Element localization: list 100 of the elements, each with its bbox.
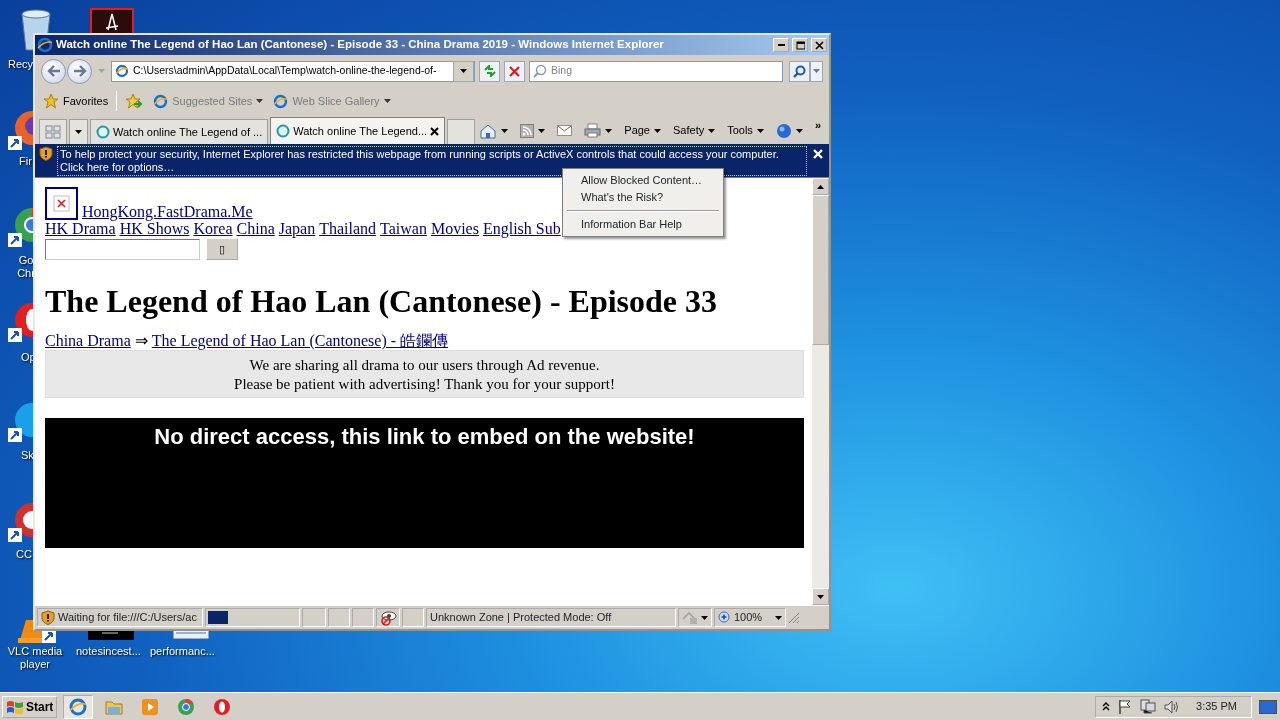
globe-icon [276,124,291,138]
nav-link[interactable]: Thailand [319,220,377,238]
shield-icon [39,146,53,161]
command-menu[interactable]: Safety [671,122,718,139]
nav-link[interactable]: HK Shows [119,220,190,238]
security-button[interactable] [678,608,712,627]
command-menu[interactable]: Page [622,122,663,139]
icon-label[interactable]: Sk [21,449,34,462]
mail-button[interactable] [555,125,575,136]
nav-link[interactable]: Taiwan [380,220,427,238]
close-button[interactable] [811,38,827,52]
refresh-icon [482,65,497,77]
notice-text: We are sharing all drama to our users through Ad revenue. [248,356,601,375]
flag-icon [1118,699,1133,714]
search-icon [793,64,806,78]
icon-label[interactable]: Recy [8,58,34,71]
caret-icon [501,128,509,133]
search-input[interactable] [45,238,200,260]
maximize-button[interactable] [792,38,808,52]
caret-icon [813,69,820,73]
close-icon [430,126,440,136]
browser-tab[interactable]: Watch online The Legend of ... [90,119,269,144]
more-button[interactable]: » [812,117,823,134]
site-link[interactable]: HongKong.FastDrama.Me [82,204,253,220]
search-box[interactable]: Bing [529,60,783,82]
page-heading: The Legend of Hao Lan (Cantonese) - Episode 33 [45,282,719,320]
address-dropdown-button[interactable] [453,60,474,82]
caret-icon [98,69,105,73]
search-button[interactable] [789,60,810,82]
icon-label[interactable]: CC [16,548,32,561]
down-arrow-icon [817,594,824,599]
taskbar-browser-button[interactable] [63,694,94,719]
browser-icon [115,64,129,78]
icon-label[interactable]: Fir [19,155,32,168]
breadcrumb-separator: ⇒ [134,332,148,350]
command-menu[interactable]: Tools [725,122,766,139]
up-arrow-icon [817,184,824,189]
caret-icon [775,615,782,620]
refresh-button[interactable] [479,60,500,82]
status-panel [402,608,424,627]
maximize-icon [795,40,805,50]
chevron-up-icon [1102,702,1111,711]
icon-label[interactable]: notesincest... [76,645,141,658]
caret-icon [654,128,661,133]
status-panel [302,608,326,627]
zone-panel: Unknown Zone | Protected Mode: Off [426,608,676,627]
search-icon [533,64,547,78]
favorites-button[interactable]: Favorites [41,92,111,110]
scrollbar[interactable] [812,178,829,605]
scroll-up-button[interactable] [812,178,829,195]
icon-label[interactable]: VLC media player [4,645,66,671]
back-arrow-icon [46,65,61,77]
scroll-down-button[interactable] [812,588,829,605]
status-text: Waiting for file:///C:/Users/ac [58,610,197,626]
nav-link[interactable]: English Sub [482,220,561,238]
broken-image-icon [45,187,78,220]
feed-icon [520,123,535,138]
privacy-panel[interactable] [376,608,400,627]
clock[interactable]: 3:35 PM [1196,698,1237,715]
window-title: Watch online The Legend of Hao Lan (Cantonese) - Episode 33 - China Drama 2019 - Windows Internet Explorer [56,37,665,53]
zoom-button[interactable]: 100% [714,608,786,627]
home-button[interactable] [477,122,511,139]
globe-icon [96,125,110,139]
nav-link[interactable]: Korea [193,220,233,238]
network-icon [1140,699,1157,714]
caret-icon [75,130,82,134]
minimize-button[interactable] [773,38,789,52]
forward-button[interactable] [67,58,92,84]
scroll-thumb[interactable] [812,195,829,345]
tab-list-button[interactable] [69,119,88,144]
icon-label[interactable]: performanc... [150,645,215,658]
caret-icon [708,128,716,133]
menu-item[interactable]: What's the Risk? [565,189,721,206]
menu-item[interactable]: Information Bar Help [565,216,721,233]
start-button[interactable]: Start [2,695,58,718]
caret-icon [383,99,391,103]
print-button[interactable] [582,123,615,138]
address-bar[interactable]: C:\Users\admin\AppData\Local\Temp\watch-online-the-legend-of- [111,60,475,82]
caret-icon [538,128,546,133]
stop-button[interactable] [504,60,525,82]
nav-link[interactable]: China [236,220,275,238]
search-submit-button[interactable]: ▯ [206,238,238,260]
nav-link[interactable]: Japan [278,220,316,238]
close-button[interactable] [811,149,825,159]
windows-logo-icon [6,698,24,715]
status-panel [328,608,350,627]
feeds-button[interactable] [518,123,548,138]
search-options-button[interactable] [810,60,823,82]
breadcrumb-link[interactable]: The Legend of Hao Lan (Cantonese) - 皓鑭傳 [151,332,449,350]
address-field[interactable]: C:\Users\admin\AppData\Local\Temp\watch-online-the-legend-of- [133,63,449,79]
back-button[interactable] [41,58,66,84]
caret-icon [460,69,467,73]
nav-link[interactable]: HK Drama [45,220,116,238]
search-field[interactable]: Bing [551,63,782,79]
nav-link[interactable]: Movies [430,220,479,238]
speaker-icon [1164,699,1181,714]
resize-grip-icon [788,611,800,624]
breadcrumb-link[interactable]: China Drama [45,332,131,350]
caret-icon [756,128,764,133]
browser-tab[interactable]: Watch online The Legend... [270,117,446,144]
